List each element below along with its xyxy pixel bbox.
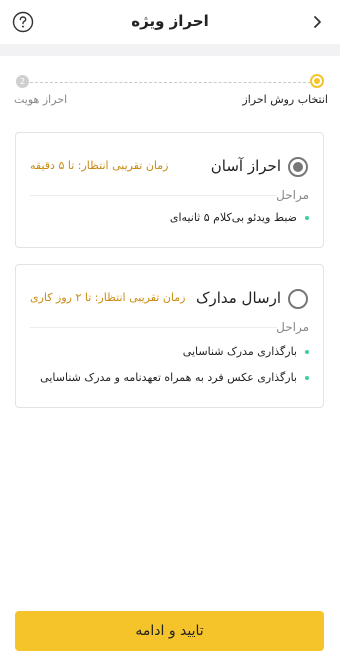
step-2-marker: 2 — [16, 75, 29, 88]
bullet-icon — [305, 350, 309, 354]
step-connector — [25, 82, 316, 83]
list-item: بارگذاری عکس فرد به همراه تعهدنامه و مدر… — [40, 371, 309, 384]
step-1-label: انتخاب روش احراز — [242, 93, 328, 106]
step-1-marker — [310, 74, 324, 88]
option-title: ارسال مدارک — [196, 289, 281, 307]
card-divider — [30, 327, 277, 328]
card-divider — [30, 195, 277, 196]
list-item: ضبط ویدئو بی‌کلام ۵ ثانیه‌ای — [170, 211, 309, 224]
steps-heading: مراحل — [276, 320, 309, 334]
option-title: احراز آسان — [210, 157, 281, 175]
radio-button-selected[interactable] — [288, 157, 308, 177]
step-indicator: 2 انتخاب روش احراز احراز هویت — [0, 56, 340, 118]
step-2-label: احراز هویت — [14, 93, 68, 106]
top-bar: احراز ویژه — [0, 0, 340, 44]
confirm-button[interactable]: تایید و ادامه — [15, 611, 324, 651]
bullet-icon — [305, 216, 309, 220]
option-card-easy[interactable]: احراز آسان زمان تقریبی انتظار: تا ۵ دقیق… — [15, 132, 324, 248]
wait-time-label: زمان تقریبی انتظار: تا ۲ روز کاری — [30, 291, 186, 304]
bullet-icon — [305, 376, 309, 380]
wait-time-label: زمان تقریبی انتظار: تا ۵ دقیقه — [30, 159, 169, 172]
list-item: بارگذاری مدرک شناسایی — [183, 345, 309, 358]
radio-button[interactable] — [288, 289, 308, 309]
steps-heading: مراحل — [276, 188, 309, 202]
header-separator — [0, 44, 340, 56]
option-card-documents[interactable]: ارسال مدارک زمان تقریبی انتظار: تا ۲ روز… — [15, 264, 324, 408]
help-icon[interactable] — [12, 11, 34, 33]
page-title: احراز ویژه — [131, 12, 209, 30]
